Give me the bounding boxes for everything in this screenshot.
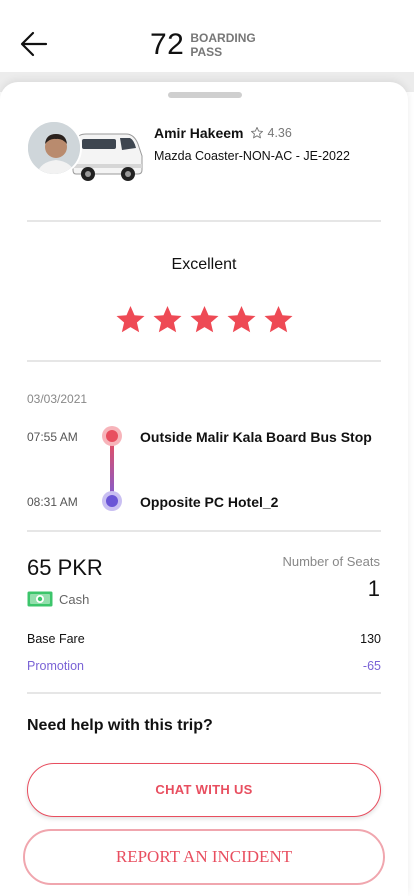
star-filled-icon[interactable]	[188, 304, 221, 336]
driver-row: Amir Hakeem 4.36 Mazda Coaster-NON-AC - …	[26, 120, 386, 184]
top-bar: 72 BOARDING PASS	[0, 0, 414, 80]
dropoff-dot-icon	[102, 491, 122, 511]
rating-stars[interactable]	[114, 304, 295, 336]
divider	[27, 530, 381, 532]
base-fare-label: Base Fare	[27, 632, 85, 646]
divider	[27, 692, 381, 694]
pickup-time: 07:55 AM	[27, 430, 78, 444]
star-filled-icon[interactable]	[225, 304, 258, 336]
trip-date: 03/03/2021	[27, 392, 88, 406]
base-fare-value: 130	[360, 632, 381, 646]
dropoff-time: 08:31 AM	[27, 495, 78, 509]
driver-info: Amir Hakeem 4.36 Mazda Coaster-NON-AC - …	[154, 125, 394, 163]
arrow-left-icon	[20, 31, 48, 57]
help-title: Need help with this trip?	[27, 717, 213, 734]
star-filled-icon[interactable]	[114, 304, 147, 336]
pickup-dot-icon	[102, 426, 122, 446]
subtitle-line-2: PASS	[190, 45, 223, 59]
drag-handle[interactable]	[168, 92, 242, 98]
route-number: 72	[150, 28, 185, 61]
avatar	[26, 120, 82, 176]
boarding-pass-card: Amir Hakeem 4.36 Mazda Coaster-NON-AC - …	[0, 82, 408, 896]
pickup-stop: Outside Malir Kala Board Bus Stop	[140, 429, 372, 445]
star-filled-icon[interactable]	[151, 304, 184, 336]
driver-name-line: Amir Hakeem 4.36	[154, 125, 394, 141]
dropoff-stop: Opposite PC Hotel_2	[140, 494, 279, 510]
driver-rating: 4.36	[267, 126, 292, 140]
page-subtitle: BOARDING PASS	[190, 31, 255, 59]
promotion-label: Promotion	[27, 659, 84, 673]
divider	[27, 220, 381, 222]
payment-label: Cash	[59, 591, 90, 607]
fare-amount: 65 PKR	[27, 555, 103, 580]
star-outline-icon	[250, 126, 263, 139]
payment-method: Cash	[27, 591, 89, 607]
report-incident-button[interactable]: REPORT AN INCIDENT	[23, 829, 385, 885]
divider	[27, 360, 381, 362]
seats-label: Number of Seats	[282, 554, 380, 569]
cash-icon	[27, 591, 53, 607]
chat-with-us-button[interactable]: CHAT WITH US	[27, 763, 381, 817]
star-filled-icon[interactable]	[262, 304, 295, 336]
driver-name: Amir Hakeem	[154, 125, 244, 141]
rating-label: Excellent	[171, 256, 237, 273]
seats-value: 1	[367, 576, 380, 601]
page-title: 72 BOARDING PASS	[150, 28, 256, 62]
back-button[interactable]	[18, 28, 50, 60]
vehicle-info: Mazda Coaster-NON-AC - JE-2022	[154, 149, 350, 163]
subtitle-line-1: BOARDING	[190, 31, 256, 45]
promotion-value: -65	[362, 659, 381, 673]
